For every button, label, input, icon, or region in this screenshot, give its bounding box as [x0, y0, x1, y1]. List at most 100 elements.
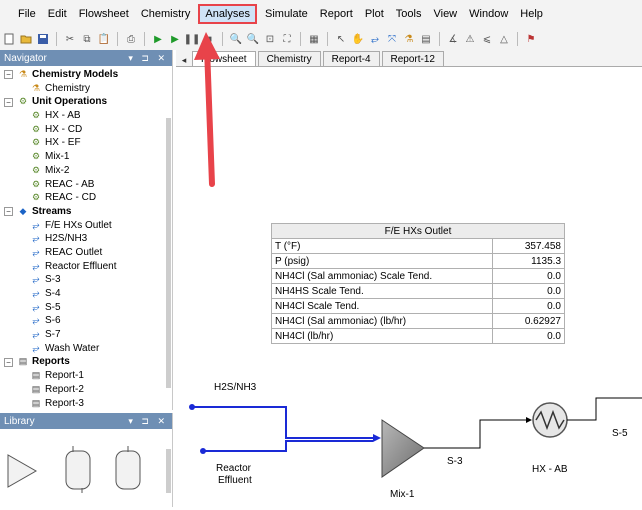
- pause-icon[interactable]: ❚❚: [184, 32, 201, 46]
- menu-chemistry[interactable]: Chemistry: [135, 5, 197, 23]
- unit-icon: ⚙: [31, 178, 41, 189]
- tree-node-stream[interactable]: ⥂ S-6: [0, 314, 172, 328]
- tree-node-unit[interactable]: ⚙ HX - EF: [0, 136, 172, 150]
- analysis-3-icon[interactable]: ⩽: [480, 32, 494, 46]
- tree-node-unit[interactable]: ⚙ HX - CD: [0, 123, 172, 137]
- run-icon[interactable]: ▶: [151, 32, 165, 46]
- paste-icon[interactable]: 📋: [97, 32, 111, 46]
- print-icon[interactable]: ⎙: [124, 32, 138, 46]
- toolbar-separator: [222, 32, 223, 46]
- tree-node-unit[interactable]: ⚙ Mix-1: [0, 150, 172, 164]
- stream-icon: ⥂: [32, 233, 40, 244]
- stream-reactor-effluent[interactable]: [200, 440, 373, 454]
- tree-node-chemistry[interactable]: ⚗ Chemistry: [0, 82, 172, 96]
- stream-label-s5: S-5: [612, 428, 628, 439]
- tree-node-unit[interactable]: ⚙ REAC - CD: [0, 191, 172, 205]
- tree-node-stream[interactable]: ⥂ Reactor Effluent: [0, 260, 172, 274]
- vessel-shape-icon[interactable]: [115, 446, 141, 490]
- tree-node-stream[interactable]: ⥂ H2S/NH3: [0, 232, 172, 246]
- stop-icon[interactable]: ■: [202, 32, 216, 46]
- tree-node-report[interactable]: ▤ Report-1: [0, 369, 172, 383]
- step-icon[interactable]: ▶: [168, 32, 182, 46]
- collapse-icon[interactable]: −: [4, 207, 13, 217]
- tab-scroll-left-icon[interactable]: ◂: [176, 55, 192, 66]
- toolbar-separator: [56, 32, 57, 46]
- gf-icon[interactable]: ⚑: [524, 32, 538, 46]
- menu-edit[interactable]: Edit: [42, 5, 73, 23]
- tree-node-stream[interactable]: ⥂ S-3: [0, 273, 172, 287]
- tab-flowsheet[interactable]: Flowsheet: [192, 51, 256, 66]
- zoom-out-icon[interactable]: 🔍: [246, 32, 260, 46]
- menu-view[interactable]: View: [427, 5, 463, 23]
- menu-window[interactable]: Window: [463, 5, 514, 23]
- add-chemistry-icon[interactable]: ⚗: [402, 32, 416, 46]
- navigator-scrollbar[interactable]: [166, 118, 171, 388]
- collapse-icon[interactable]: −: [4, 97, 13, 107]
- separator-shape-icon[interactable]: [65, 446, 91, 493]
- library-scrollbar[interactable]: [166, 449, 171, 493]
- heat-exchanger-hx-ab-icon[interactable]: [532, 402, 568, 438]
- add-unit-icon[interactable]: ⤧: [385, 32, 399, 46]
- zoom-actual-icon[interactable]: ⊡: [263, 32, 277, 46]
- save-icon[interactable]: [36, 32, 50, 46]
- tree-node-report[interactable]: ▤ Report-2: [0, 383, 172, 397]
- tree-label: HX - CD: [45, 123, 83, 135]
- stream-label-reactor-1: Reactor: [216, 463, 252, 474]
- menu-plot[interactable]: Plot: [359, 5, 390, 23]
- pointer-icon[interactable]: ↖: [334, 32, 348, 46]
- tree-node-unit[interactable]: ⚙ HX - AB: [0, 109, 172, 123]
- menu-flowsheet[interactable]: Flowsheet: [73, 5, 135, 23]
- navigator-tree: − ⚗ Chemistry Models ⚗ Chemistry − ⚙ Uni…: [0, 66, 172, 410]
- tree-label: REAC Outlet: [45, 246, 103, 258]
- menu-analyses[interactable]: Analyses: [198, 4, 257, 24]
- tab-chemistry[interactable]: Chemistry: [257, 51, 321, 66]
- tree-node-stream[interactable]: ⥂ F/E HXs Outlet: [0, 219, 172, 233]
- tree-node-report[interactable]: ▤ Report-3: [0, 397, 172, 411]
- grid-icon[interactable]: ▦: [307, 32, 321, 46]
- menu-file[interactable]: File: [12, 5, 42, 23]
- tree-node-chemistry-models[interactable]: − ⚗ Chemistry Models: [0, 68, 172, 82]
- tree-node-unit-operations[interactable]: − ⚙ Unit Operations: [0, 95, 172, 109]
- tree-node-streams[interactable]: − ◆ Streams: [0, 205, 172, 219]
- panel-controls-icon[interactable]: ▾ ⊐ ✕: [128, 53, 168, 64]
- copy-icon[interactable]: ⧉: [80, 32, 94, 46]
- mixer-shape-icon[interactable]: [7, 454, 38, 488]
- open-folder-icon[interactable]: [19, 32, 33, 46]
- tab-report-4[interactable]: Report-4: [322, 51, 380, 66]
- zoom-in-icon[interactable]: 🔍: [229, 32, 243, 46]
- analysis-4-icon[interactable]: △: [497, 32, 511, 46]
- collapse-icon[interactable]: −: [4, 70, 13, 80]
- tree-node-stream[interactable]: ⥂ S-7: [0, 328, 172, 342]
- zoom-fit-icon[interactable]: ⛶: [280, 32, 294, 46]
- cut-icon[interactable]: ✂: [63, 32, 77, 46]
- document-tabs: ◂ Flowsheet Chemistry Report-4 Report-12: [176, 50, 642, 67]
- stream-s3[interactable]: [424, 417, 532, 449]
- tree-node-unit[interactable]: ⚙ REAC - AB: [0, 178, 172, 192]
- stream-h2s-nh3[interactable]: [189, 404, 381, 442]
- analysis-1-icon[interactable]: ∡: [446, 32, 460, 46]
- add-stream-icon[interactable]: ⥂: [368, 32, 382, 46]
- panel-controls-icon[interactable]: ▾ ⊐ ✕: [128, 416, 168, 427]
- stream-label-reactor-2: Effluent: [218, 475, 252, 486]
- pan-icon[interactable]: ✋: [351, 32, 365, 46]
- menu-report[interactable]: Report: [314, 5, 359, 23]
- menu-simulate[interactable]: Simulate: [259, 5, 314, 23]
- add-report-icon[interactable]: ▤: [419, 32, 433, 46]
- menu-help[interactable]: Help: [514, 5, 549, 23]
- tree-node-stream[interactable]: ⥂ REAC Outlet: [0, 246, 172, 260]
- flowsheet-canvas[interactable]: F/E HXs Outlet T (°F) 357.458 P (psig) 113…: [176, 67, 642, 507]
- tab-report-12[interactable]: Report-12: [381, 51, 444, 66]
- new-file-icon[interactable]: [2, 32, 16, 46]
- tree-node-reports[interactable]: − ▤ Reports: [0, 355, 172, 369]
- menu-tools[interactable]: Tools: [390, 5, 428, 23]
- tree-node-stream[interactable]: ⥂ S-4: [0, 287, 172, 301]
- stream-icon: ⥂: [32, 301, 40, 312]
- collapse-icon[interactable]: −: [4, 357, 13, 367]
- stream-s5[interactable]: [567, 397, 642, 421]
- tree-node-unit[interactable]: ⚙ Mix-2: [0, 164, 172, 178]
- mixer-mix-1-icon[interactable]: [381, 419, 425, 478]
- tree-node-stream[interactable]: ⥂ S-5: [0, 301, 172, 315]
- analysis-2-icon[interactable]: ⚠: [463, 32, 477, 46]
- tree-node-stream[interactable]: ⥂ Wash Water: [0, 342, 172, 356]
- toolbar-separator: [117, 32, 118, 46]
